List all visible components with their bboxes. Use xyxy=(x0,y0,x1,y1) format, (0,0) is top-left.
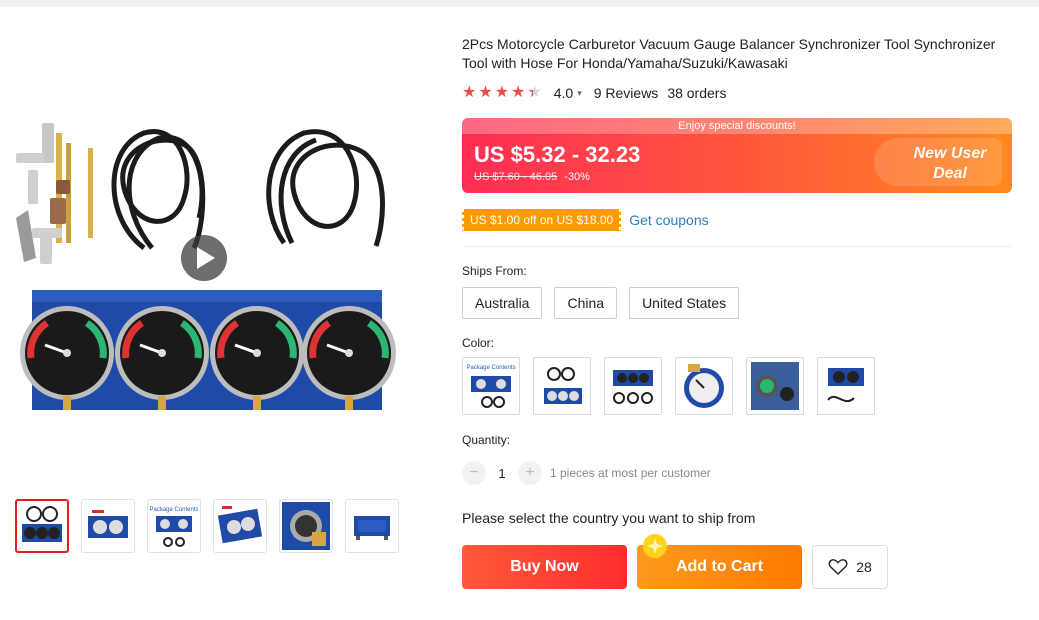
color-label: Color: xyxy=(462,336,495,350)
original-price: US $7.60 - 46.05 xyxy=(474,171,558,183)
star-half-icon: ★ xyxy=(527,84,542,101)
rating-stars: ★ ★ ★ ★ ★ xyxy=(462,85,542,101)
ships-from-options: Australia China United States xyxy=(462,287,740,319)
chevron-down-icon[interactable]: ▾ xyxy=(577,88,582,99)
buy-now-button[interactable]: Buy Now xyxy=(462,545,627,589)
thumbnail-1[interactable] xyxy=(15,499,69,553)
color-swatch-4[interactable] xyxy=(675,357,733,415)
wishlist-button[interactable]: 28 xyxy=(812,545,888,589)
current-price: US $5.32 - 32.23 xyxy=(474,142,641,167)
coupon-badge[interactable]: US $1.00 off on US $18.00 xyxy=(459,209,624,231)
star-icon: ★ xyxy=(511,84,526,101)
reviews-link[interactable]: 9 Reviews xyxy=(594,85,659,101)
discount-percent: -30% xyxy=(564,171,590,183)
color-swatches: Package Contents xyxy=(462,357,875,415)
ship-option-australia[interactable]: Australia xyxy=(462,287,543,319)
top-bar xyxy=(0,0,1039,7)
color-swatch-1[interactable]: Package Contents xyxy=(462,357,520,415)
thumbnail-package-text: Package Contents xyxy=(150,507,198,513)
star-icon: ★ xyxy=(494,84,510,101)
play-icon[interactable] xyxy=(181,235,227,281)
star-icon: ★ xyxy=(462,84,477,101)
heart-icon xyxy=(828,559,848,575)
color-swatch-6[interactable] xyxy=(817,357,875,415)
wishlist-count: 28 xyxy=(856,559,872,575)
rating-value[interactable]: 4.0 xyxy=(554,85,573,101)
sparkle-icon xyxy=(643,534,667,558)
new-user-deal-badge: New User Deal xyxy=(904,144,996,184)
star-icon: ★ xyxy=(478,84,493,101)
quantity-value[interactable]: 1 xyxy=(486,466,518,481)
decrement-button[interactable]: − xyxy=(462,461,486,485)
fittings-illustration xyxy=(16,123,93,264)
ship-country-message: Please select the country you want to sh… xyxy=(462,510,756,526)
quantity-label: Quantity: xyxy=(462,433,511,447)
color-swatch-5[interactable] xyxy=(746,357,804,415)
quantity-note: 1 pieces at most per customer xyxy=(550,466,711,480)
gallery-thumbnails: Package Contents xyxy=(15,499,399,553)
discount-strip: Enjoy special discounts! xyxy=(462,118,1012,134)
ships-from-label: Ships From: xyxy=(462,264,527,278)
thumbnail-3[interactable]: Package Contents xyxy=(147,499,201,553)
ship-option-china[interactable]: China xyxy=(554,287,618,319)
color-swatch-2[interactable] xyxy=(533,357,591,415)
thumbnail-6[interactable] xyxy=(345,499,399,553)
thumbnail-2[interactable] xyxy=(81,499,135,553)
price-banner: Enjoy special discounts! US $5.32 - 32.2… xyxy=(462,118,1012,193)
thumbnail-4[interactable] xyxy=(213,499,267,553)
product-illustration xyxy=(16,123,396,410)
thumbnail-5[interactable] xyxy=(279,499,333,553)
ship-option-united-states[interactable]: United States xyxy=(629,287,740,319)
quantity-stepper: − 1 + 1 pieces at most per customer xyxy=(462,461,711,485)
orders-count: 38 orders xyxy=(667,85,727,101)
hose-left-illustration xyxy=(111,129,206,250)
get-coupons-link[interactable]: Get coupons xyxy=(629,212,708,228)
main-product-image[interactable] xyxy=(4,108,414,428)
increment-button[interactable]: + xyxy=(518,461,542,485)
hose-right-illustration xyxy=(266,129,386,247)
swatch-package-text: Package Contents xyxy=(466,365,515,371)
original-price-row: US $7.60 - 46.05 -30% xyxy=(474,171,590,183)
deal-line-2: Deal xyxy=(933,165,967,182)
color-swatch-3[interactable] xyxy=(604,357,662,415)
divider xyxy=(462,246,1012,247)
coupon-row: US $1.00 off on US $18.00 Get coupons xyxy=(459,209,709,231)
rating-row: ★ ★ ★ ★ ★ 4.0 ▾ 9 Reviews 38 orders xyxy=(462,84,726,102)
deal-line-1: New User xyxy=(913,145,987,162)
product-title: 2Pcs Motorcycle Carburetor Vacuum Gauge … xyxy=(462,36,996,71)
